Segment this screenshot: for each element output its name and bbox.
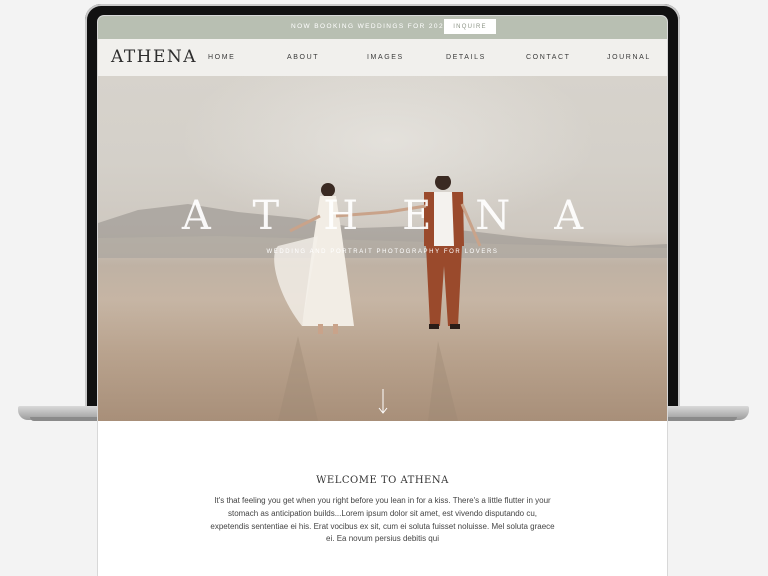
hero-title: ATHENA (181, 193, 628, 239)
nav-contact[interactable]: CONTACT (526, 54, 571, 61)
nav-home[interactable]: HOME (208, 54, 235, 61)
hero-section: ATHENA WEDDING AND PORTRAIT PHOTOGRAPHY … (98, 76, 667, 421)
announcement-text: NOW BOOKING WEDDINGS FOR 2023 (291, 23, 449, 30)
nav-details[interactable]: DETAILS (446, 54, 486, 61)
nav-journal[interactable]: JOURNAL (607, 54, 651, 61)
inquire-button[interactable]: INQUIRE (444, 19, 496, 34)
hero-subtitle: WEDDING AND PORTRAIT PHOTOGRAPHY FOR LOV… (266, 249, 499, 255)
welcome-section: WELCOME TO ATHENA It's that feeling you … (98, 421, 667, 576)
groom-figure (435, 176, 451, 190)
welcome-title: WELCOME TO ATHENA (316, 475, 449, 486)
site-header: ATHENA HOME ABOUT IMAGES DETAILS CONTACT… (98, 39, 667, 76)
site-logo[interactable]: ATHENA (111, 47, 197, 67)
nav-images[interactable]: IMAGES (367, 54, 404, 61)
announcement-bar: NOW BOOKING WEDDINGS FOR 2023 INQUIRE (98, 16, 667, 39)
welcome-body: It's that feeling you get when you right… (210, 496, 555, 544)
arrow-down-icon[interactable] (378, 389, 388, 415)
website-screen: NOW BOOKING WEDDINGS FOR 2023 INQUIRE AT… (98, 16, 667, 576)
nav-about[interactable]: ABOUT (287, 54, 319, 61)
